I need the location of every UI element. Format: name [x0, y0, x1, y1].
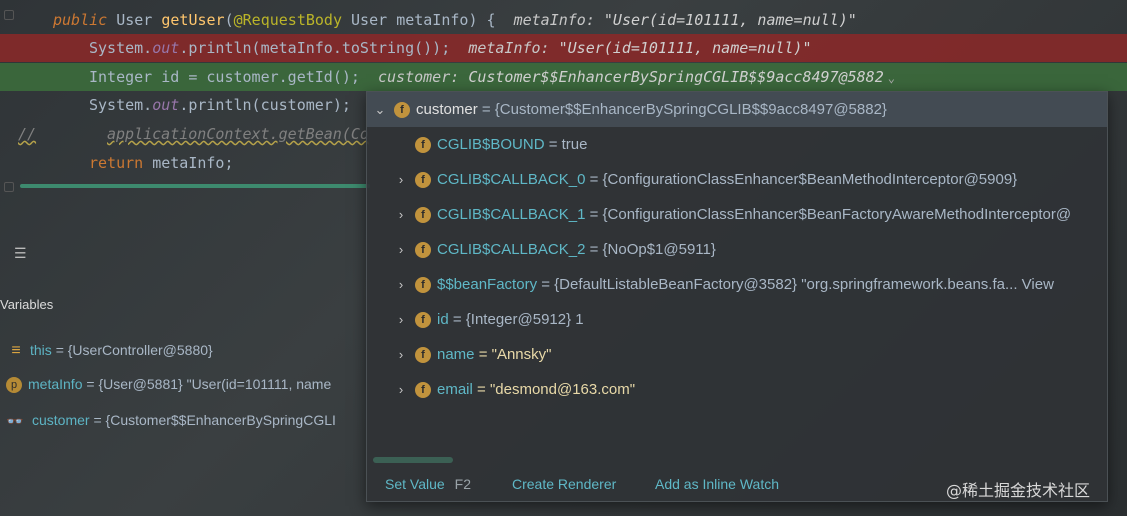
tree-row-value: = {Integer@5912} 1	[452, 311, 584, 328]
field-icon: f	[415, 137, 431, 153]
tree-row-name: CGLIB$BOUND	[437, 136, 545, 153]
layout-settings-icon[interactable]: ☰	[14, 246, 27, 262]
inline-value-hint: metaInfo: "User(id=101111, name=null)"	[468, 39, 812, 57]
keyword-public: public	[53, 11, 108, 29]
variable-row-metainfo[interactable]: p metaInfo = {User@5881} "User(id=101111,…	[0, 372, 370, 396]
chevron-right-icon[interactable]: ›	[394, 372, 408, 407]
inline-value-hint: metaInfo: "User(id=101111, name=null)"	[513, 11, 857, 29]
system-ref: System.	[89, 39, 153, 57]
tree-row-customer[interactable]: ⌄ f customer = {Customer$$EnhancerBySpri…	[367, 92, 1107, 127]
tree-row-name: CGLIB$CALLBACK_1	[437, 206, 586, 223]
method-name: getUser	[161, 11, 225, 29]
horizontal-scrollbar[interactable]	[20, 184, 370, 188]
field-icon: f	[415, 242, 431, 258]
chevron-down-icon[interactable]: ⌄	[373, 92, 387, 127]
chevron-right-icon[interactable]: ›	[394, 162, 408, 197]
out-field: out	[152, 39, 180, 57]
inline-debug-popup: ⌄ f customer = {Customer$$EnhancerBySpri…	[366, 91, 1108, 502]
param-name: metaInfo	[396, 11, 469, 29]
field-icon: f	[394, 102, 410, 118]
system-ref: System.	[89, 96, 153, 114]
tree-row-cglib-callback-2[interactable]: › f CGLIB$CALLBACK_2 = {NoOp$1@5911}	[367, 232, 1107, 267]
chevron-right-icon[interactable]: ›	[394, 232, 408, 267]
comment-slashes: //	[18, 125, 37, 143]
variables-panel: ☰ Variables ≡ this = {UserController@5880…	[0, 240, 370, 516]
inline-value-hint[interactable]: customer: Customer$$EnhancerBySpringCGLI…	[378, 68, 884, 86]
open-paren: (	[224, 11, 234, 29]
tree-row-value: = "Annsky"	[478, 346, 552, 363]
field-icon: f	[415, 312, 431, 328]
tree-row-name: CGLIB$CALLBACK_0	[437, 171, 586, 188]
tree-row-name-field[interactable]: › f name = "Annsky"	[367, 337, 1107, 372]
field-icon: f	[415, 207, 431, 223]
field-icon: f	[415, 172, 431, 188]
chevron-right-icon[interactable]: ›	[394, 267, 408, 302]
type-name: Integer	[89, 68, 153, 86]
chevron-down-icon[interactable]: ⌄	[888, 71, 895, 85]
stack-icon: ≡	[11, 342, 21, 360]
variable-row-this[interactable]: ≡ this = {UserController@5880}	[0, 338, 370, 362]
set-value-button[interactable]: Set Value F2	[385, 476, 471, 492]
tree-row-id[interactable]: › f id = {Integer@5912} 1	[367, 302, 1107, 337]
popup-scrollbar[interactable]	[373, 457, 453, 463]
chevron-right-icon[interactable]: ›	[394, 337, 408, 372]
chevron-right-icon[interactable]: ›	[394, 302, 408, 337]
watermark: @稀土掘金技术社区	[946, 481, 1091, 500]
tree-row-bean-factory[interactable]: › f $$beanFactory = {DefaultListableBean…	[367, 267, 1107, 302]
annotation: @RequestBody	[233, 11, 342, 29]
tree-row-value: = {Customer$$EnhancerBySpringCGLIB$$9acc…	[481, 101, 887, 118]
tree-row-name: email	[437, 381, 473, 398]
tree-row-value: = true	[548, 136, 588, 153]
fold-marker-icon[interactable]	[4, 182, 14, 192]
variable-row-customer[interactable]: 👓 customer = {Customer$$EnhancerBySpringC…	[0, 408, 370, 432]
tree-row-value: = "desmond@163.com"	[477, 381, 636, 398]
chevron-right-icon[interactable]: ›	[394, 197, 408, 232]
out-field: out	[152, 96, 180, 114]
code-line-2-breakpoint[interactable]: System.out.println(metaInfo.toString());…	[0, 34, 1127, 62]
statement-text: .println(metaInfo.toString());	[179, 39, 451, 57]
tree-row-name: CGLIB$CALLBACK_2	[437, 241, 586, 258]
statement-text: metaInfo;	[152, 154, 234, 172]
view-link[interactable]: View	[1022, 276, 1054, 293]
tree-row-name: $$beanFactory	[437, 276, 538, 293]
field-icon: f	[415, 347, 431, 363]
statement-text: id = customer.getId();	[161, 68, 360, 86]
close-brace: ) {	[468, 11, 496, 29]
add-inline-watch-button[interactable]: Add as Inline Watch	[655, 476, 779, 492]
tree-row-cglib-callback-0[interactable]: › f CGLIB$CALLBACK_0 = {ConfigurationCla…	[367, 162, 1107, 197]
comment-text: applicationContext.getBean(Co	[107, 125, 369, 143]
parameter-icon: p	[6, 377, 22, 394]
return-type: User	[116, 11, 153, 29]
tree-row-name: customer	[416, 101, 478, 118]
tree-row-value: = {DefaultListableBeanFactory@3582} "org…	[541, 276, 1018, 293]
statement-text: .println(customer);	[179, 96, 351, 114]
param-type: User	[351, 11, 388, 29]
code-line-3-current[interactable]: Integer id = customer.getId(); customer:…	[0, 63, 1127, 91]
tree-row-cglib-bound[interactable]: f CGLIB$BOUND = true	[367, 127, 1107, 162]
variables-title: Variables	[0, 297, 54, 312]
field-icon: f	[415, 382, 431, 398]
watch-glasses-icon: 👓	[6, 413, 24, 430]
tree-row-name: name	[437, 346, 475, 363]
keyword-return: return	[89, 154, 144, 172]
field-icon: f	[415, 277, 431, 293]
create-renderer-button[interactable]: Create Renderer	[512, 476, 616, 492]
shortcut-hint: F2	[454, 476, 472, 492]
tree-row-value: = {NoOp$1@5911}	[589, 241, 716, 258]
tree-row-value: = {ConfigurationClassEnhancer$BeanFactor…	[589, 206, 1072, 223]
tree-row-email[interactable]: › f email = "desmond@163.com"	[367, 372, 1107, 407]
code-line-1[interactable]: public User getUser(@RequestBody User me…	[0, 6, 1127, 34]
tree-row-value: = {ConfigurationClassEnhancer$BeanMethod…	[589, 171, 1018, 188]
tree-row-name: id	[437, 311, 449, 328]
tree-row-cglib-callback-1[interactable]: › f CGLIB$CALLBACK_1 = {ConfigurationCla…	[367, 197, 1107, 232]
